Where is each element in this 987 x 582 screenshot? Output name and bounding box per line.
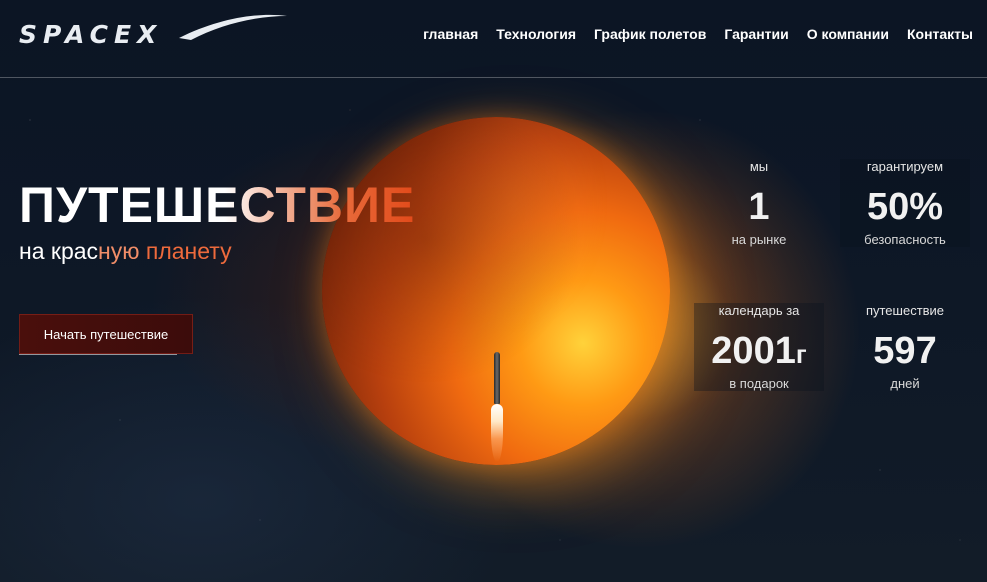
stat-market: мы 1 на рынке bbox=[694, 159, 824, 247]
stat-value: 1 bbox=[694, 188, 824, 226]
stat-days: путешествие 597 дней bbox=[840, 303, 970, 391]
stat-sub: в подарок bbox=[729, 376, 789, 391]
rocket-image bbox=[490, 352, 504, 462]
stat-safety: гарантируем 50% безопасность bbox=[840, 159, 970, 247]
nav-item-contacts[interactable]: Контакты bbox=[907, 26, 973, 42]
stats-grid: мы 1 на рынке гарантируем 50% безопаснос… bbox=[694, 145, 977, 430]
site-header: SPACEX главная Технология График полетов… bbox=[0, 0, 987, 78]
stat-value-number: 50% bbox=[866, 186, 944, 228]
spacex-logo[interactable]: SPACEX bbox=[19, 14, 287, 52]
stat-label: календарь за bbox=[718, 303, 800, 318]
nav-item-flight-schedule[interactable]: График полетов bbox=[594, 26, 706, 42]
cta-underline bbox=[19, 354, 177, 355]
stat-value-number: 597 bbox=[873, 330, 937, 372]
rocket-body bbox=[494, 352, 500, 404]
stat-sub: дней bbox=[890, 376, 920, 391]
nav-item-home[interactable]: главная bbox=[423, 26, 478, 42]
hero-subtitle: на красную планету bbox=[19, 238, 232, 265]
stat-label: гарантируем bbox=[866, 159, 944, 174]
stat-label: путешествие bbox=[865, 303, 945, 318]
hero-title: ПУТЕШЕСТВИЕ bbox=[19, 177, 416, 233]
stat-sub: безопасность bbox=[864, 232, 946, 247]
stat-calendar: календарь за 2001г в подарок bbox=[694, 303, 824, 391]
rocket-flame bbox=[491, 404, 503, 462]
nav-item-about[interactable]: О компании bbox=[807, 26, 889, 42]
nav-item-technology[interactable]: Технология bbox=[496, 26, 576, 42]
start-journey-button[interactable]: Начать путешествие bbox=[19, 314, 193, 354]
nav-item-guarantees[interactable]: Гарантии bbox=[724, 26, 788, 42]
stat-value: 2001г bbox=[694, 332, 824, 370]
hero-subtitle-part1: на крас bbox=[19, 238, 99, 264]
stat-value-suffix: г bbox=[795, 339, 807, 369]
stat-value-number: 1 bbox=[748, 186, 770, 228]
logo-swoosh-icon bbox=[179, 14, 287, 40]
stat-value: 50% bbox=[840, 188, 970, 226]
stat-value: 597 bbox=[840, 332, 970, 370]
hero-subtitle-part3: планету bbox=[145, 238, 232, 264]
stat-value-number: 2001 bbox=[711, 330, 796, 372]
hero-subtitle-part2: ную bbox=[98, 238, 146, 264]
stat-sub: на рынке bbox=[731, 232, 787, 247]
main-nav: главная Технология График полетов Гарант… bbox=[423, 26, 973, 42]
stat-label: мы bbox=[749, 159, 769, 174]
